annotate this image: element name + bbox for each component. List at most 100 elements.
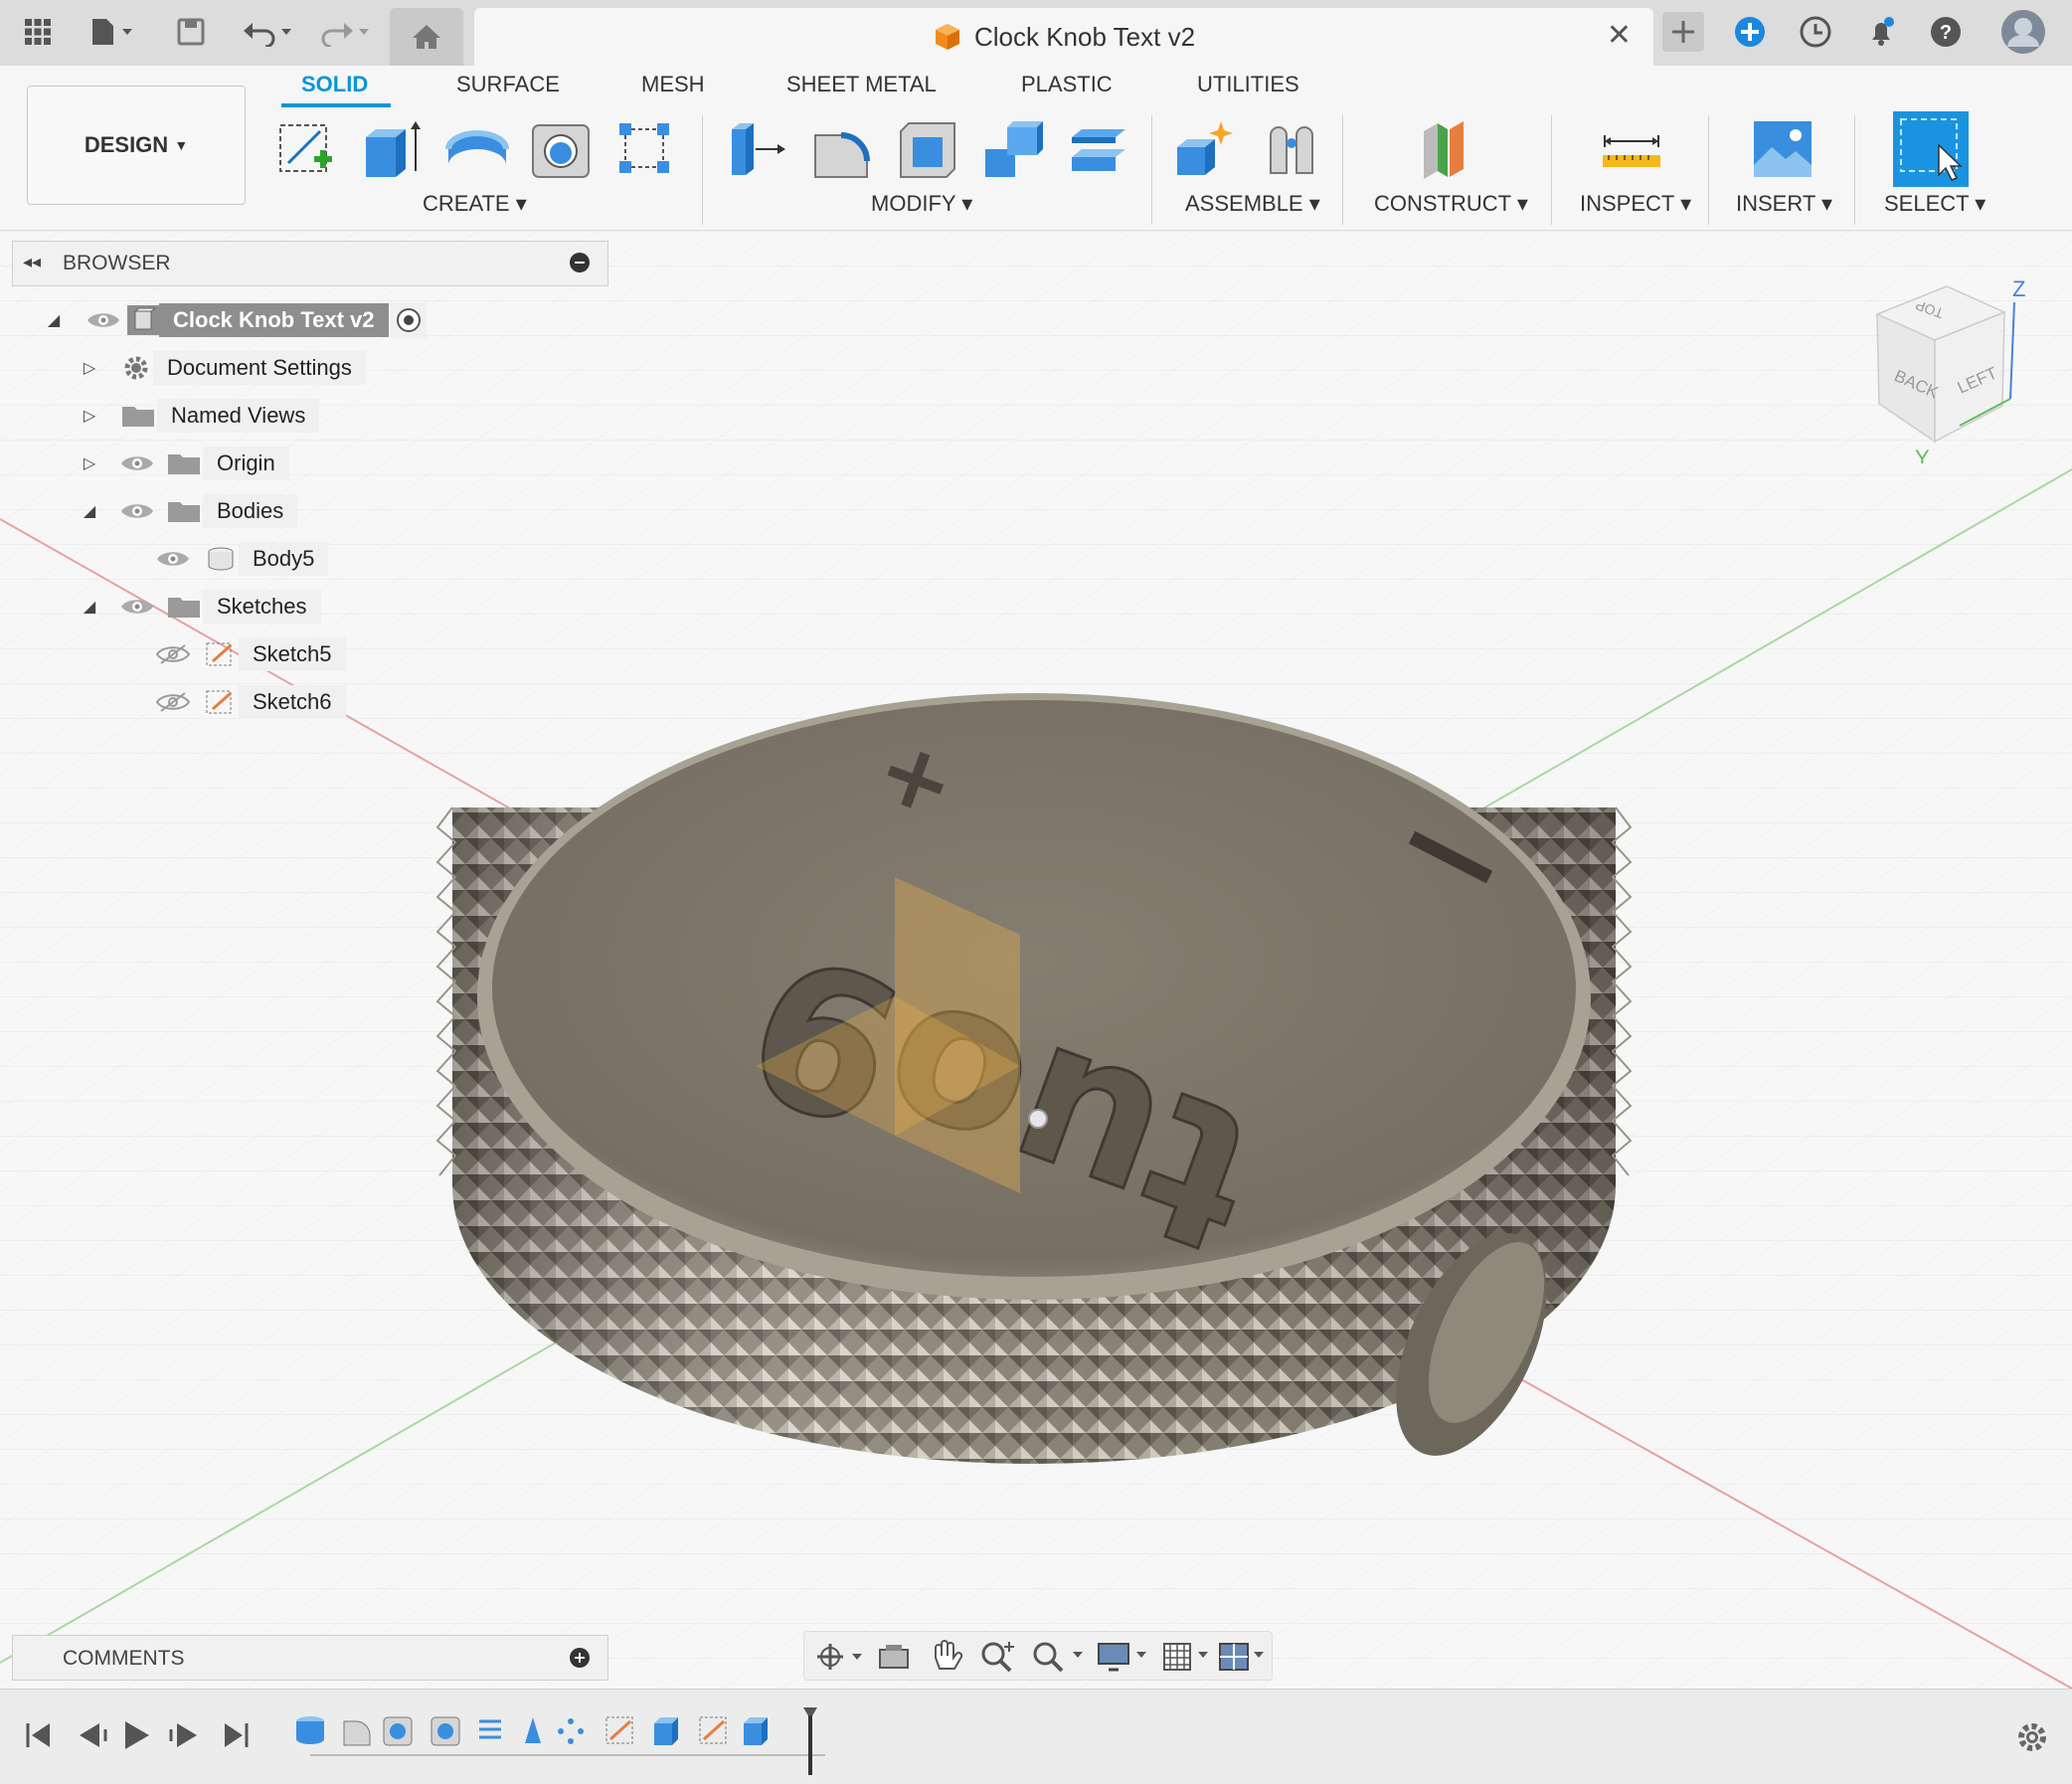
apps-grid-icon[interactable] (18, 12, 58, 52)
visibility-eye-icon[interactable] (119, 498, 155, 524)
timeline-features[interactable] (288, 1707, 825, 1777)
tab-solid[interactable]: SOLID (301, 72, 368, 97)
tree-item-named-views[interactable]: ▷ Named Views (80, 396, 320, 436)
select-window-icon[interactable] (1893, 111, 1969, 187)
revolve-icon[interactable] (442, 115, 512, 185)
tree-item-bodies[interactable]: ◢ Bodies (80, 491, 298, 531)
home-tab[interactable] (390, 8, 463, 66)
zoom-icon[interactable] (977, 1638, 1017, 1676)
new-tab-icon[interactable] (1662, 12, 1704, 52)
timeline-settings-gear-icon[interactable] (2014, 1719, 2050, 1755)
tab-utilities[interactable]: UTILITIES (1197, 72, 1299, 97)
construct-plane-icon[interactable] (1414, 115, 1483, 185)
user-avatar-icon[interactable] (1998, 10, 2048, 54)
job-status-icon[interactable] (1794, 12, 1837, 52)
timeline-marker[interactable] (803, 1707, 817, 1775)
tree-label: Clock Knob Text v2 (159, 303, 389, 337)
fillet-icon[interactable] (807, 115, 877, 185)
viewports-icon[interactable] (1216, 1638, 1272, 1676)
tree-item-origin[interactable]: ▷ Origin (80, 444, 289, 483)
modify-menu[interactable]: MODIFY ▾ (871, 191, 972, 217)
timeline-hole-icon (383, 1716, 413, 1746)
rectangular-pattern-icon[interactable] (611, 115, 681, 185)
tab-mesh[interactable]: MESH (641, 72, 705, 97)
fit-zoom-icon[interactable] (1029, 1638, 1089, 1676)
timeline-extrude-icon (654, 1717, 678, 1745)
view-cube[interactable]: TOP BACK LEFT Z Y (1865, 274, 2034, 463)
display-settings-icon[interactable] (1095, 1638, 1154, 1676)
insert-image-icon[interactable] (1748, 115, 1817, 185)
close-icon[interactable]: ✕ (1607, 18, 1632, 53)
measure-icon[interactable] (1597, 115, 1666, 185)
tree-item-sketch6[interactable]: Sketch6 (155, 682, 346, 722)
combine-icon[interactable] (979, 115, 1049, 185)
pan-hand-icon[interactable] (926, 1638, 965, 1676)
offset-face-icon[interactable] (1064, 115, 1133, 185)
add-comment-icon[interactable] (570, 1648, 590, 1668)
tree-item-sketches[interactable]: ◢ Sketches (80, 587, 321, 626)
tab-surface[interactable]: SURFACE (456, 72, 560, 97)
tree-item-body5[interactable]: Body5 (155, 539, 329, 579)
document-tab[interactable]: Clock Knob Text v2 ✕ (474, 8, 1653, 66)
active-tab-indicator (281, 103, 391, 107)
hidden-eye-icon[interactable] (155, 641, 191, 667)
comments-panel-header[interactable]: COMMENTS (12, 1635, 608, 1681)
hole-icon[interactable] (527, 115, 597, 185)
folder-icon (122, 407, 154, 427)
collapsed-triangle-icon[interactable]: ▷ (80, 358, 99, 378)
notifications-icon[interactable] (1859, 12, 1903, 52)
expanded-triangle-icon[interactable]: ◢ (80, 597, 99, 617)
tree-item-root[interactable]: ◢ Clock Knob Text v2 (44, 300, 427, 340)
step-back-icon[interactable] (80, 1723, 107, 1747)
expanded-triangle-icon[interactable]: ◢ (80, 501, 99, 521)
hidden-eye-icon[interactable] (155, 689, 191, 715)
canvas-scene: tuo9 + (0, 231, 2072, 1689)
extensions-icon[interactable] (1728, 12, 1772, 52)
assemble-menu[interactable]: ASSEMBLE ▾ (1185, 191, 1320, 217)
play-icon[interactable] (125, 1721, 149, 1749)
tree-label: Origin (203, 446, 289, 480)
browser-panel-header[interactable]: ◂◂ BROWSER (12, 241, 608, 286)
tab-sheet-metal[interactable]: SHEET METAL (786, 72, 937, 97)
collapsed-triangle-icon[interactable]: ▷ (80, 406, 99, 426)
visibility-eye-icon[interactable] (155, 546, 191, 572)
inspect-menu[interactable]: INSPECT ▾ (1580, 191, 1691, 217)
home-icon (413, 25, 440, 49)
create-menu[interactable]: CREATE ▾ (423, 191, 527, 217)
expanded-triangle-icon[interactable]: ◢ (44, 310, 64, 330)
3d-viewport[interactable]: tuo9 + (0, 231, 2072, 1689)
new-component-icon[interactable] (1171, 115, 1241, 185)
tree-item-document-settings[interactable]: ▷ Document Settings (80, 348, 366, 388)
joint-icon[interactable] (1257, 115, 1326, 185)
tree-item-sketch5[interactable]: Sketch5 (155, 634, 346, 674)
tab-plastic[interactable]: PLASTIC (1021, 72, 1113, 97)
construct-menu[interactable]: CONSTRUCT ▾ (1374, 191, 1528, 217)
minimize-panel-icon[interactable] (570, 253, 590, 272)
visibility-eye-icon[interactable] (119, 450, 155, 476)
activate-radio-icon[interactable] (390, 302, 427, 338)
help-icon[interactable]: ? (1924, 12, 1968, 52)
save-icon[interactable] (171, 12, 211, 52)
look-at-icon[interactable] (874, 1640, 914, 1674)
redo-icon[interactable] (316, 12, 376, 52)
go-to-start-icon[interactable] (26, 1723, 50, 1747)
visibility-eye-icon[interactable] (86, 307, 121, 333)
workspace-switcher-button[interactable]: DESIGN ▼ (27, 86, 246, 205)
go-to-end-icon[interactable] (225, 1723, 249, 1747)
collapsed-triangle-icon[interactable]: ▷ (80, 453, 99, 473)
origin-point[interactable] (1028, 1109, 1048, 1129)
collapse-panel-icon[interactable]: ◂◂ (23, 252, 41, 272)
step-forward-icon[interactable] (169, 1723, 197, 1747)
press-pull-icon[interactable] (724, 115, 793, 185)
file-icon[interactable] (84, 12, 143, 52)
extrude-icon[interactable] (358, 115, 428, 185)
orbit-icon[interactable] (812, 1640, 868, 1674)
visibility-eye-icon[interactable] (119, 594, 155, 620)
knob-body[interactable]: tuo9 + (435, 693, 1633, 1479)
shell-icon[interactable] (893, 115, 962, 185)
create-sketch-icon[interactable] (274, 115, 344, 185)
grid-settings-icon[interactable] (1160, 1638, 1216, 1676)
insert-menu[interactable]: INSERT ▾ (1736, 191, 1832, 217)
select-menu[interactable]: SELECT ▾ (1884, 191, 1986, 217)
undo-icon[interactable] (239, 12, 298, 52)
